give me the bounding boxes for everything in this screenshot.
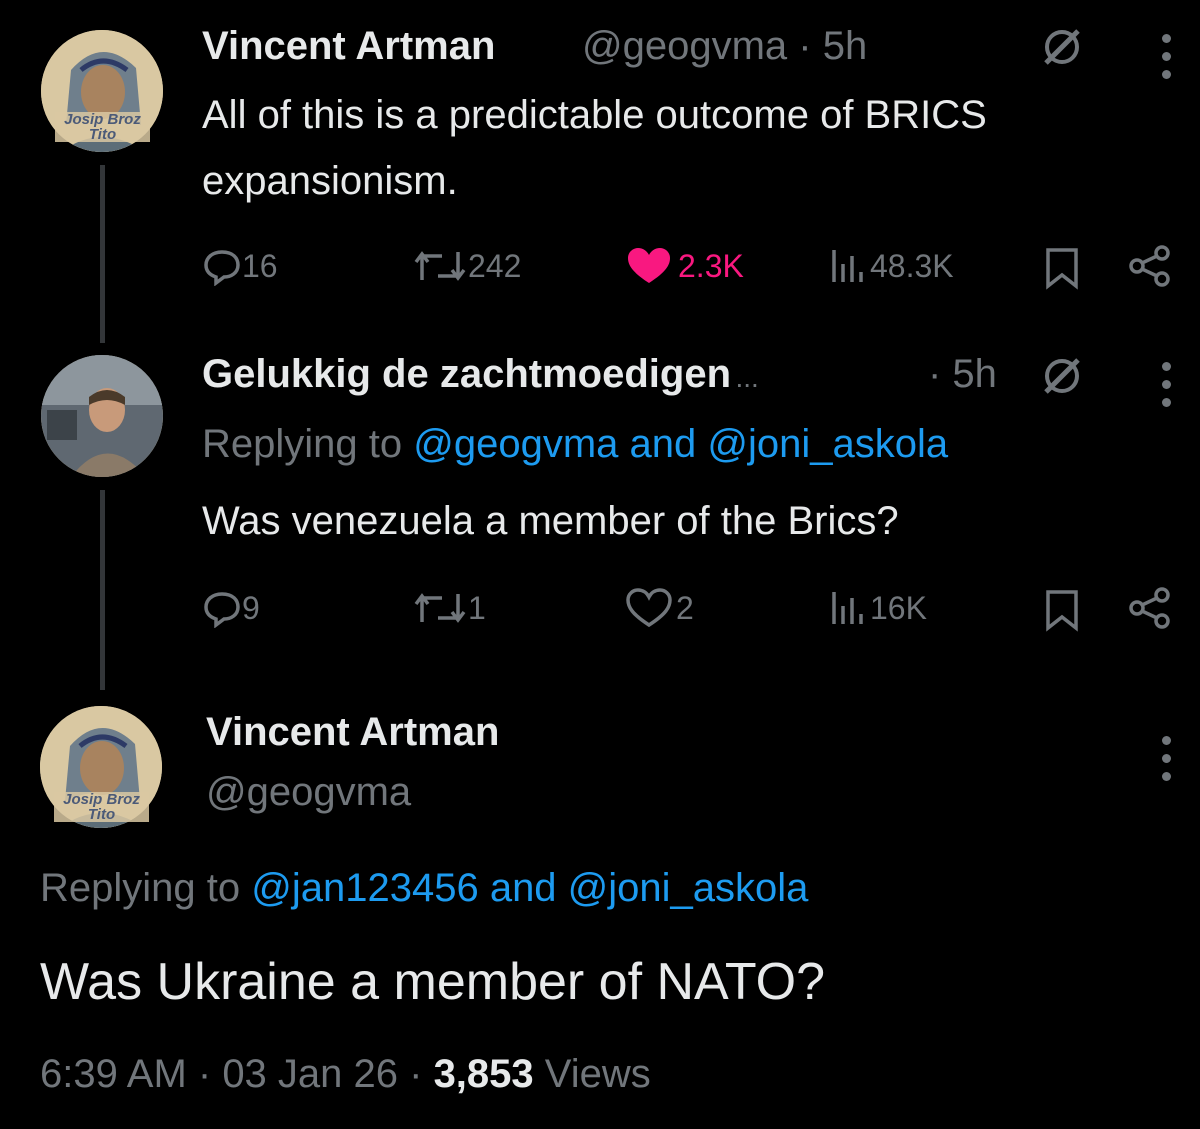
like-count: 2.3K bbox=[678, 247, 744, 284]
mention-link[interactable]: @geogvma bbox=[413, 422, 618, 466]
views-count: 48.3K bbox=[870, 247, 954, 284]
grok-icon[interactable] bbox=[1040, 354, 1084, 403]
share-icon[interactable] bbox=[1128, 586, 1172, 635]
handle[interactable]: @geogvma bbox=[206, 770, 411, 815]
timestamp[interactable]: · 5h bbox=[928, 352, 997, 397]
repost-icon bbox=[414, 251, 466, 281]
avatar-caption: Josip Broz Tito bbox=[55, 112, 150, 142]
replying-and: and bbox=[618, 422, 708, 466]
more-options-icon[interactable] bbox=[1162, 34, 1172, 88]
timestamp[interactable]: 5h bbox=[823, 24, 868, 68]
repost-count: 242 bbox=[468, 247, 522, 284]
display-name[interactable]: Gelukkig de zachtmoedigen bbox=[202, 352, 731, 396]
avatar[interactable] bbox=[41, 355, 163, 477]
tweet-time[interactable]: 6:39 AM bbox=[40, 1052, 187, 1096]
name-ellipsis: ... bbox=[735, 362, 759, 393]
views-icon bbox=[832, 250, 863, 282]
views-label: Views bbox=[533, 1052, 651, 1096]
reply-icon bbox=[204, 250, 240, 286]
repost-count: 1 bbox=[468, 589, 486, 626]
reply-button[interactable]: 16 bbox=[202, 246, 278, 286]
bookmark-icon[interactable] bbox=[1044, 588, 1080, 637]
like-button[interactable]: 2.3K bbox=[626, 246, 744, 286]
handle-time: @geogvma · 5h bbox=[582, 24, 867, 69]
views-button[interactable]: 16K bbox=[830, 588, 927, 628]
replying-to: Replying to @geogvma and @joni_askola bbox=[202, 422, 948, 467]
thread-line bbox=[100, 165, 105, 343]
repost-button[interactable]: 242 bbox=[412, 246, 521, 286]
separator: · bbox=[186, 1052, 223, 1096]
like-button[interactable]: 2 bbox=[626, 588, 694, 628]
views-icon bbox=[832, 592, 863, 624]
like-count: 2 bbox=[676, 589, 694, 626]
views-button[interactable]: 48.3K bbox=[830, 246, 954, 286]
repost-button[interactable]: 1 bbox=[412, 588, 486, 628]
portrait-image bbox=[41, 355, 163, 477]
separator: · bbox=[787, 24, 823, 68]
avatar-caption: Josip Broz Tito bbox=[54, 792, 149, 822]
heart-icon bbox=[626, 588, 672, 628]
display-name-row: Gelukkig de zachtmoedigen ... bbox=[202, 352, 759, 397]
mention-link[interactable]: @joni_askola bbox=[707, 422, 948, 466]
more-options-icon[interactable] bbox=[1162, 362, 1172, 416]
tweet-date[interactable]: 03 Jan 26 bbox=[222, 1052, 398, 1096]
reply-icon bbox=[204, 592, 240, 628]
display-name[interactable]: Vincent Artman bbox=[202, 24, 495, 69]
reply-count: 16 bbox=[242, 247, 278, 284]
mention-link[interactable]: @joni_askola bbox=[568, 866, 809, 910]
repost-icon bbox=[414, 593, 466, 623]
mention-link[interactable]: @jan123456 bbox=[251, 866, 478, 910]
tweet-text-line: All of this is a predictable outcome of … bbox=[202, 93, 987, 137]
tweet-meta: 6:39 AM · 03 Jan 26 · 3,853 Views bbox=[40, 1052, 651, 1097]
bookmark-icon[interactable] bbox=[1044, 246, 1080, 295]
replying-and: and bbox=[478, 866, 568, 910]
share-icon[interactable] bbox=[1128, 244, 1172, 293]
thread-line bbox=[100, 490, 105, 690]
more-options-icon[interactable] bbox=[1162, 736, 1172, 790]
replying-prefix: Replying to bbox=[40, 866, 252, 910]
tweet-text-line: expansionism. bbox=[202, 159, 458, 203]
grok-icon[interactable] bbox=[1040, 25, 1084, 74]
heart-filled-icon bbox=[628, 248, 670, 283]
views-count: 16K bbox=[870, 589, 927, 626]
handle[interactable]: @geogvma bbox=[582, 24, 787, 68]
reply-button[interactable]: 9 bbox=[202, 588, 260, 628]
separator: · bbox=[398, 1052, 434, 1096]
replying-to: Replying to @jan123456 and @joni_askola bbox=[40, 866, 808, 911]
replying-prefix: Replying to bbox=[202, 422, 414, 466]
tweet-text: Was Ukraine a member of NATO? bbox=[40, 953, 826, 1011]
views-count: 3,853 bbox=[433, 1052, 534, 1096]
reply-count: 9 bbox=[242, 589, 260, 626]
display-name[interactable]: Vincent Artman bbox=[206, 710, 499, 755]
tweet-text: Was venezuela a member of the Brics? bbox=[202, 499, 899, 543]
